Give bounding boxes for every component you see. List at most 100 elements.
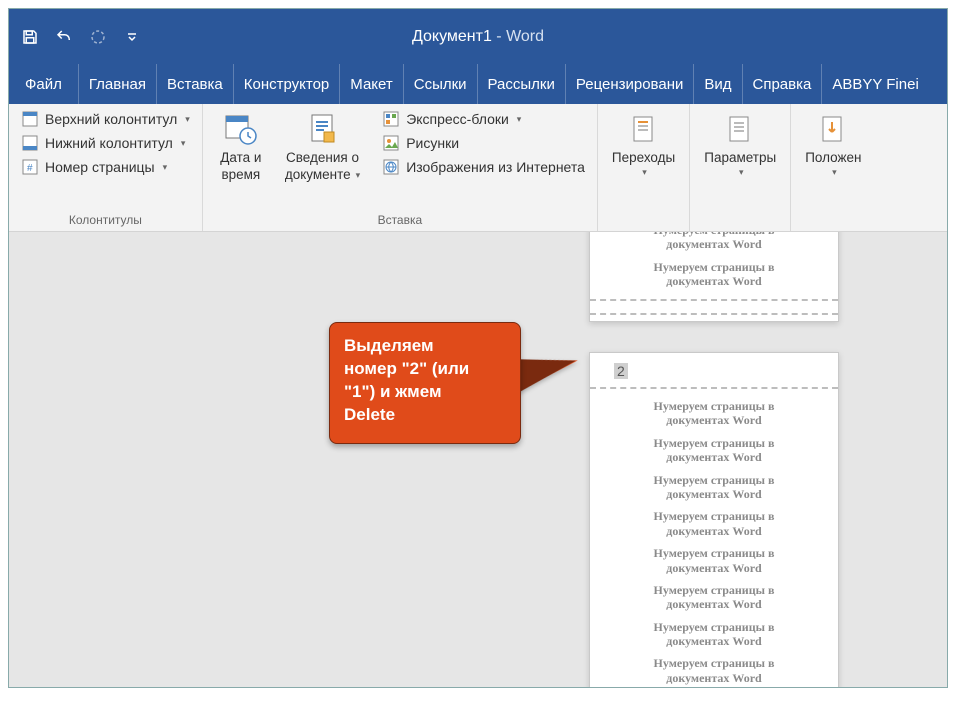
ribbon: Верхний колонтитул ▾ Нижний колонтитул ▾… (9, 104, 947, 232)
annotation-callout: Выделяем номер "2" (или "1") и жмем Dele… (329, 322, 521, 444)
tab-insert[interactable]: Вставка (157, 64, 234, 104)
navigation-icon (627, 112, 661, 146)
online-pictures-label: Изображения из Интернета (406, 159, 585, 175)
dropdown-icon: ▾ (642, 167, 647, 178)
body-text: Нумеруем страницы вдокументах Word (608, 509, 820, 538)
pictures-icon (382, 134, 400, 152)
position-label: Положен (805, 150, 861, 167)
group-nav-spacer (606, 210, 681, 231)
navigation-button[interactable]: Переходы ▾ (606, 108, 681, 178)
document-info-l1: Сведения о (286, 150, 359, 167)
options-label: Параметры (704, 150, 776, 167)
callout-line: номер "2" (или (344, 358, 506, 381)
dropdown-icon: ▾ (739, 167, 744, 178)
tab-help[interactable]: Справка (743, 64, 823, 104)
dropdown-icon: ▾ (832, 167, 837, 178)
navigation-label: Переходы (612, 150, 675, 167)
window-title: Документ1 - Word (9, 28, 947, 46)
document-info-icon (306, 112, 340, 146)
body-text: Нумеруем страницы вдокументах Word (608, 473, 820, 502)
tab-home[interactable]: Главная (79, 64, 157, 104)
group-navigation: Переходы ▾ (598, 104, 690, 231)
dropdown-icon: ▾ (517, 114, 522, 125)
page-2: 2 Нумеруем страницы вдокументах Word Нум… (589, 352, 839, 687)
callout-line: Выделяем (344, 335, 506, 358)
date-time-l1: Дата и (220, 150, 261, 167)
save-icon[interactable] (19, 26, 41, 48)
quick-parts-button[interactable]: Экспресс-блоки ▾ (378, 108, 589, 130)
header-button[interactable]: Верхний колонтитул ▾ (17, 108, 194, 130)
document-area[interactable]: Нумеруем страницы вдокументах Word Нумер… (9, 232, 947, 687)
quick-access-toolbar (19, 26, 143, 48)
online-pictures-icon (382, 158, 400, 176)
quick-parts-icon (382, 110, 400, 128)
navigation-wrap: Переходы (612, 150, 675, 167)
body-text: Нумеруем страницы вдокументах Word (608, 546, 820, 575)
page-1: Нумеруем страницы вдокументах Word Нумер… (589, 232, 839, 322)
app-name: Word (506, 28, 544, 45)
callout-line: Delete (344, 404, 506, 427)
group-position-spacer (799, 210, 867, 231)
group-insert-combined: Дата и время Сведения о документе ▾ Экспр… (203, 104, 598, 231)
group-options: Параметры ▾ (690, 104, 791, 231)
tab-references[interactable]: Ссылки (404, 64, 478, 104)
footer-label: Нижний колонтитул (45, 135, 173, 151)
tab-view[interactable]: Вид (694, 64, 742, 104)
tab-layout[interactable]: Макет (340, 64, 403, 104)
tab-design[interactable]: Конструктор (234, 64, 341, 104)
document-info-l2: документе (285, 167, 351, 184)
header-label: Верхний колонтитул (45, 111, 177, 127)
body-text: Нумеруем страницы вдокументах Word (608, 583, 820, 612)
options-button[interactable]: Параметры ▾ (698, 108, 782, 178)
page-number-icon: # (21, 158, 39, 176)
tab-review[interactable]: Рецензировани (566, 64, 694, 104)
word-window: Документ1 - Word Файл Главная Вставка Ко… (8, 8, 948, 688)
body-text: Нумеруем страницы вдокументах Word (608, 620, 820, 649)
ribbon-tabs: Файл Главная Вставка Конструктор Макет С… (9, 64, 947, 104)
group-position: Положен ▾ (791, 104, 875, 231)
body-text: Нумеруем страницы вдокументах Word (608, 260, 820, 289)
page-2-header[interactable]: 2 (590, 353, 838, 389)
group-headers-footers: Верхний колонтитул ▾ Нижний колонтитул ▾… (9, 104, 203, 231)
page-number-field[interactable]: 2 (614, 363, 628, 379)
body-text: Нумеруем страницы вдокументах Word (608, 436, 820, 465)
group-insert-label: Вставка (211, 210, 589, 231)
qat-customize-icon[interactable] (121, 26, 143, 48)
footer-icon (21, 134, 39, 152)
page-2-body: Нумеруем страницы вдокументах Word Нумер… (590, 389, 838, 687)
dropdown-icon: ▾ (181, 138, 186, 149)
header-icon (21, 110, 39, 128)
page-number-button[interactable]: # Номер страницы ▾ (17, 156, 194, 178)
tab-abbyy[interactable]: ABBYY Finei (822, 64, 928, 104)
title-separator: - (492, 28, 506, 45)
document-info-l2-wrap: документе ▾ (285, 167, 360, 184)
redo-icon[interactable] (87, 26, 109, 48)
online-pictures-button[interactable]: Изображения из Интернета (378, 156, 589, 178)
pictures-label: Рисунки (406, 135, 459, 151)
dropdown-icon: ▾ (185, 114, 190, 125)
callout-line: "1") и жмем (344, 381, 506, 404)
undo-icon[interactable] (53, 26, 75, 48)
group-headers-label: Колонтитулы (17, 210, 194, 231)
tab-mailings[interactable]: Рассылки (478, 64, 566, 104)
tab-file[interactable]: Файл (9, 64, 79, 104)
pictures-button[interactable]: Рисунки (378, 132, 589, 154)
title-bar: Документ1 - Word (9, 9, 947, 64)
group-options-spacer (698, 210, 782, 231)
quick-parts-label: Экспресс-блоки (406, 111, 509, 127)
page-number-label: Номер страницы (45, 159, 155, 175)
date-time-icon (224, 112, 258, 146)
page-1-footer[interactable] (590, 299, 838, 315)
body-text: Нумеруем страницы вдокументах Word (608, 656, 820, 685)
footer-button[interactable]: Нижний колонтитул ▾ (17, 132, 194, 154)
date-time-button[interactable]: Дата и время (211, 108, 271, 184)
document-info-button[interactable]: Сведения о документе ▾ (279, 108, 366, 184)
dropdown-icon: ▾ (356, 170, 361, 181)
document-name: Документ1 (412, 28, 492, 45)
body-text: Нумеруем страницы вдокументах Word (608, 232, 820, 252)
position-button[interactable]: Положен ▾ (799, 108, 867, 178)
date-time-l2: время (221, 167, 260, 184)
body-text: Нумеруем страницы вдокументах Word (608, 399, 820, 428)
svg-text:#: # (27, 163, 33, 174)
dropdown-icon: ▾ (163, 162, 168, 173)
